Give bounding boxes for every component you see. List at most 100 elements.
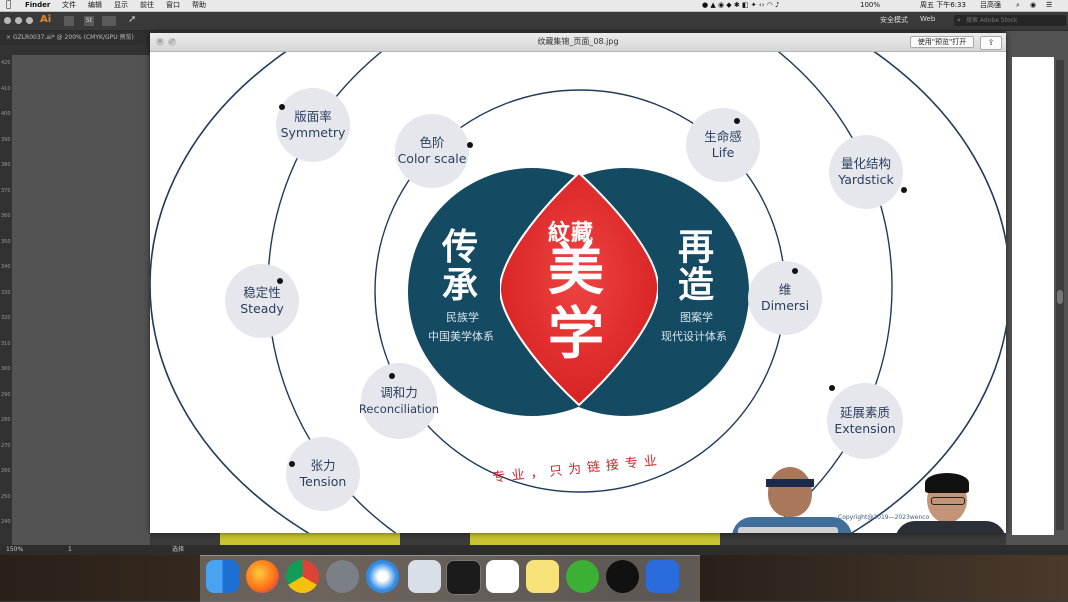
safari-icon[interactable] <box>366 560 399 593</box>
artboard-number[interactable]: 1 <box>68 545 72 555</box>
illustrator-app-bar: Ai St ➚ 安全模式 Web ⌕ <box>0 12 1068 31</box>
webcam-presenter-right <box>895 473 1006 533</box>
clock[interactable]: 周五 下午6:33 <box>920 0 966 11</box>
webcam-presenter-left <box>720 467 880 533</box>
window-minimize-button[interactable] <box>15 17 22 24</box>
user-name[interactable]: 吕高强 <box>980 0 1001 11</box>
menu-app-finder[interactable]: Finder <box>25 0 50 11</box>
node-en: Tension <box>299 474 347 489</box>
ruler-mark: 310 <box>1 340 11 347</box>
menu-help[interactable]: 帮助 <box>192 0 206 11</box>
chrome-icon[interactable] <box>286 560 319 593</box>
finder-icon[interactable] <box>206 560 239 593</box>
node-marker-dot <box>389 373 395 379</box>
node-tension: 张力 Tension <box>286 437 360 511</box>
adobe-stock-search[interactable]: ⌕ <box>954 15 1066 26</box>
menubar-status-icons[interactable]: ● ▲ ◉ ◆ ✱ ◧ ✦ ‹› ◠ ♪ <box>702 0 780 11</box>
menu-edit[interactable]: 编辑 <box>88 0 102 11</box>
center-main-char-2: 学 <box>548 301 604 367</box>
node-symmetry: 版面率 Symmetry <box>276 88 350 162</box>
left-title: 传承 <box>442 226 479 306</box>
qq-icon[interactable] <box>606 560 639 593</box>
document-tab[interactable]: × GZLR0037.ai* @ 200% (CMYK/GPU 预览) <box>0 31 150 45</box>
menu-view[interactable]: 显示 <box>114 0 128 11</box>
open-with-preview-button[interactable]: 使用"预览"打开 <box>910 36 974 48</box>
arrange-documents-icon[interactable] <box>102 16 116 26</box>
notification-center-icon[interactable]: ☰ <box>1046 0 1052 11</box>
node-color-scale: 色阶 Color scale <box>395 114 469 188</box>
spotlight-icon[interactable]: ⌕ <box>1016 0 1020 11</box>
share-icon[interactable]: ⇪ <box>980 36 1002 50</box>
node-en: Life <box>711 145 735 160</box>
ruler-mark: 270 <box>1 442 11 449</box>
wechat-icon[interactable] <box>566 560 599 593</box>
stock-icon[interactable]: St <box>84 16 94 26</box>
node-marker-dot <box>467 142 473 148</box>
current-tool-label: 选择 <box>172 546 185 553</box>
web-dropdown[interactable]: Web <box>920 15 935 23</box>
preview-filename: 纹藏集锦_页面_08.jpg <box>537 37 619 46</box>
search-input[interactable] <box>966 15 1062 26</box>
node-en: Symmetry <box>280 125 346 140</box>
node-en: Color scale <box>397 151 467 166</box>
artboard-canvas[interactable] <box>12 55 150 545</box>
window-zoom-button[interactable] <box>26 17 33 24</box>
ruler-mark: 280 <box>1 417 11 423</box>
terminal-icon[interactable] <box>446 560 481 595</box>
slide-image: 紋藏 美 学 传承 民族学 中国美学体系 再造 图案学 现代设计体系 专业，只为… <box>150 52 1006 533</box>
artboard-white-edge <box>1012 57 1054 535</box>
battery-percent[interactable]: 100% <box>860 0 880 11</box>
ruler-mark: 420 <box>1 60 11 66</box>
menu-go[interactable]: 前往 <box>140 0 154 11</box>
baidu-netdisk-icon[interactable] <box>486 560 519 593</box>
mac-dock <box>200 555 700 602</box>
ruler-mark: 290 <box>1 391 11 398</box>
node-reconciliation: 调和力 Reconciliation <box>359 363 439 439</box>
ruler-labels: 420 410 400 390 380 370 360 350 340 330 320 310 300 2… <box>1 51 11 536</box>
node-steady: 稳定性 Steady <box>225 264 299 338</box>
menu-file[interactable]: 文件 <box>62 0 76 11</box>
siri-icon[interactable]: ◉ <box>1030 0 1036 11</box>
search-icon: ⌕ <box>957 16 961 24</box>
ruler-mark: 370 <box>1 187 11 194</box>
ruler-mark: 260 <box>1 468 11 474</box>
preview-title-bar[interactable]: × ⤢ 纹藏集锦_页面_08.jpg 使用"预览"打开 ⇪ <box>150 33 1006 52</box>
node-marker-dot <box>792 268 798 274</box>
preview-icon[interactable] <box>408 560 441 593</box>
node-cn: 张力 <box>310 458 336 473</box>
vertical-scrollbar[interactable] <box>1056 60 1064 530</box>
node-yardstick: 量化结构 Yardstick <box>829 135 903 209</box>
zoom-level[interactable]: 150% <box>6 545 23 555</box>
node-cn: 版面率 <box>294 109 332 124</box>
gpu-rocket-icon[interactable]: ➚ <box>128 14 136 25</box>
preview-window[interactable]: × ⤢ 纹藏集锦_页面_08.jpg 使用"预览"打开 ⇪ 紋藏 美 学 传承 … <box>150 33 1006 533</box>
node-cn: 调和力 <box>380 385 418 400</box>
node-life: 生命感 Life <box>686 108 760 182</box>
artboard-yellow-strip <box>470 533 720 545</box>
workspace-switcher[interactable]: 安全模式 <box>880 15 908 25</box>
node-cn: 量化结构 <box>840 156 891 171</box>
node-marker-dot <box>289 461 295 467</box>
node-marker-dot <box>829 385 835 391</box>
node-cn: 延展素质 <box>839 405 890 420</box>
ruler-mark: 240 <box>1 519 11 525</box>
launchpad-icon[interactable] <box>326 560 359 593</box>
menu-window[interactable]: 窗口 <box>166 0 180 11</box>
ruler-mark: 320 <box>1 315 11 321</box>
node-dimension: 维 Dimersi <box>748 261 822 335</box>
notes-icon[interactable] <box>526 560 559 593</box>
ruler-mark: 340 <box>1 264 11 270</box>
tab-close-icon[interactable]: × <box>0 34 11 41</box>
firefox-icon[interactable] <box>246 560 279 593</box>
node-cn: 色阶 <box>419 135 445 150</box>
scrollbar-thumb[interactable] <box>1057 290 1063 304</box>
ruler-mark: 250 <box>1 493 11 500</box>
wps-icon[interactable] <box>646 560 679 593</box>
horizontal-ruler <box>12 45 150 55</box>
left-subtitle-1: 民族学 <box>446 311 479 324</box>
node-marker-dot <box>277 278 283 284</box>
window-close-button[interactable] <box>4 17 11 24</box>
right-title: 再造 <box>678 226 715 306</box>
apple-icon[interactable]:  <box>6 0 11 11</box>
bridge-icon[interactable] <box>64 16 74 26</box>
